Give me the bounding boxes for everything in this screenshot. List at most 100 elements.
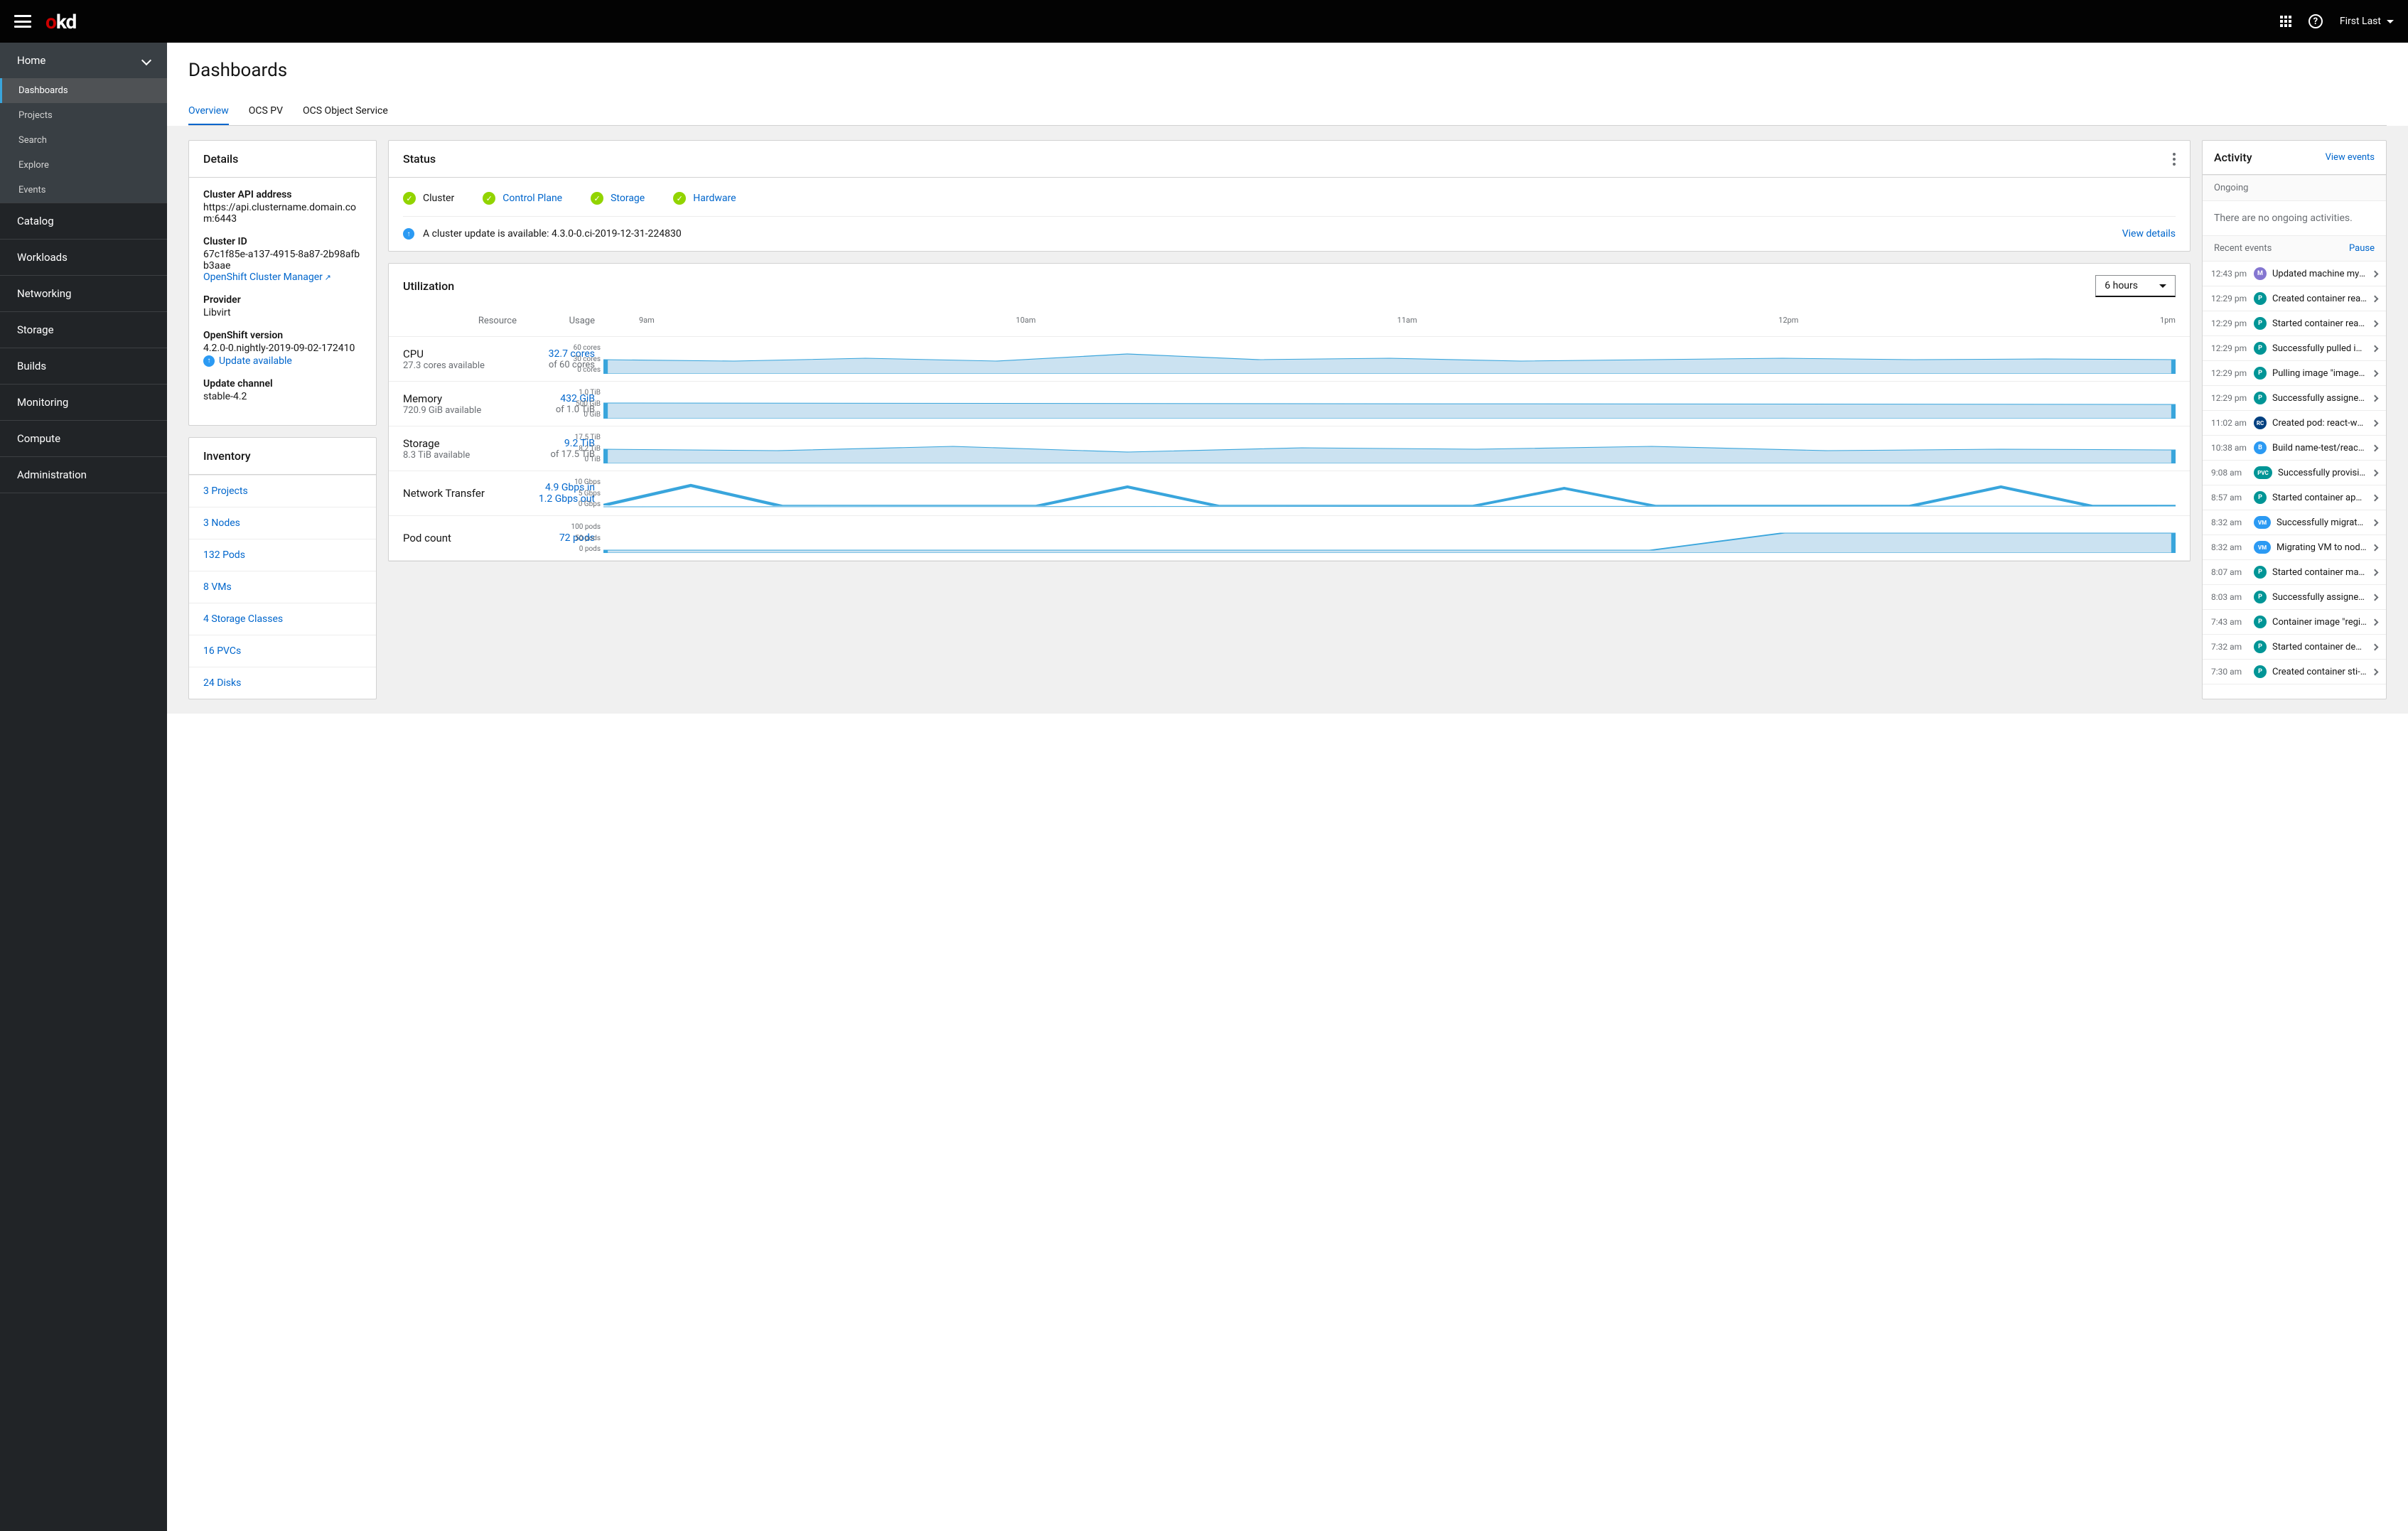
- time-label: 9am: [639, 316, 655, 325]
- resource-badge-icon: PVC: [2254, 466, 2272, 479]
- inventory-item[interactable]: 16 PVCs: [189, 635, 376, 667]
- resource-badge-icon: P: [2254, 392, 2267, 404]
- status-cluster: ✓Cluster: [403, 192, 454, 205]
- event-row[interactable]: 12:29 pmPStarted container reacta...: [2203, 311, 2386, 336]
- time-label: 12pm: [1778, 316, 1798, 325]
- kebab-icon[interactable]: [2173, 153, 2176, 166]
- hamburger-icon[interactable]: [14, 15, 31, 28]
- nav-section-workloads[interactable]: Workloads: [0, 240, 167, 275]
- time-range-dropdown[interactable]: 6 hours: [2095, 275, 2176, 297]
- inventory-item[interactable]: 8 VMs: [189, 571, 376, 603]
- event-time: 8:03 am: [2211, 592, 2248, 602]
- nav-item-projects[interactable]: Projects: [0, 103, 167, 128]
- resource-badge-icon: P: [2254, 317, 2267, 330]
- event-time: 12:29 pm: [2211, 294, 2248, 303]
- event-row[interactable]: 12:29 pmPSuccessfully assigned ap...: [2203, 386, 2386, 411]
- resource-badge-icon: P: [2254, 591, 2267, 603]
- event-time: 12:29 pm: [2211, 318, 2248, 328]
- event-text: Updated machine mynam...: [2272, 269, 2367, 279]
- nav-section-home[interactable]: Home: [0, 43, 167, 78]
- provider-label: Provider: [203, 294, 362, 306]
- status-hardware[interactable]: ✓Hardware: [673, 192, 736, 205]
- chevron-down-icon: [141, 55, 151, 65]
- event-time: 10:38 am: [2211, 443, 2248, 453]
- nav-section-catalog[interactable]: Catalog: [0, 203, 167, 239]
- event-row[interactable]: 7:30 amPCreated container sti-bu...: [2203, 660, 2386, 684]
- cluster-manager-link[interactable]: OpenShift Cluster Manager: [203, 272, 362, 283]
- nav-item-dashboards[interactable]: Dashboards: [0, 78, 167, 103]
- chevron-right-icon: [2372, 643, 2379, 650]
- inventory-item[interactable]: 3 Projects: [189, 475, 376, 507]
- event-row[interactable]: 8:03 amPSuccessfully assigned m...: [2203, 585, 2386, 610]
- help-icon[interactable]: ?: [2308, 14, 2323, 28]
- view-details-link[interactable]: View details: [2122, 228, 2176, 240]
- inventory-item[interactable]: 132 Pods: [189, 539, 376, 571]
- status-alert-text: A cluster update is available: 4.3.0-0.c…: [423, 228, 682, 240]
- event-row[interactable]: 9:08 amPVCSuccessfully provision...: [2203, 461, 2386, 485]
- event-text: Build name-test/react-we...: [2272, 443, 2367, 453]
- nav-section-networking[interactable]: Networking: [0, 276, 167, 311]
- event-row[interactable]: 12:29 pmPCreated container reacta...: [2203, 286, 2386, 311]
- brand-logo[interactable]: okd: [45, 10, 76, 33]
- event-row[interactable]: 7:32 amPStarted container deploy...: [2203, 635, 2386, 660]
- tab-overview[interactable]: Overview: [188, 98, 229, 125]
- event-time: 8:32 am: [2211, 517, 2248, 527]
- nav-section-administration[interactable]: Administration: [0, 457, 167, 493]
- ongoing-empty-text: There are no ongoing activities.: [2203, 201, 2386, 235]
- ongoing-label: Ongoing: [2214, 183, 2248, 193]
- chevron-right-icon: [2372, 469, 2379, 476]
- event-row[interactable]: 8:32 amVMSuccessfully migrated V...: [2203, 510, 2386, 535]
- status-control-plane[interactable]: ✓Control Plane: [483, 192, 562, 205]
- nav-section-builds[interactable]: Builds: [0, 348, 167, 384]
- nav-item-events[interactable]: Events: [0, 178, 167, 203]
- event-text: Successfully pulled imag...: [2272, 343, 2367, 354]
- view-events-link[interactable]: View events: [2326, 152, 2375, 163]
- inventory-item[interactable]: 3 Nodes: [189, 507, 376, 539]
- details-title: Details: [203, 152, 238, 166]
- update-available-link[interactable]: ↑ Update available: [203, 355, 292, 367]
- chevron-right-icon: [2372, 618, 2379, 625]
- masthead: okd ? First Last: [0, 0, 2408, 43]
- event-row[interactable]: 12:43 pmMUpdated machine mynam...: [2203, 262, 2386, 286]
- nav-section-compute[interactable]: Compute: [0, 421, 167, 456]
- nav-item-explore[interactable]: Explore: [0, 153, 167, 178]
- event-row[interactable]: 8:07 amPStarted container manag...: [2203, 560, 2386, 585]
- api-address-label: Cluster API address: [203, 189, 362, 200]
- user-menu[interactable]: First Last: [2340, 16, 2394, 27]
- time-label: 10am: [1016, 316, 1036, 325]
- chevron-right-icon: [2372, 668, 2379, 675]
- event-row[interactable]: 8:32 amVMMigrating VM to node ip...: [2203, 535, 2386, 560]
- sparkline-chart: 1.0 TiB500 GiB0 GiB: [603, 389, 2176, 419]
- event-row[interactable]: 12:29 pmPPulling image "image-re...: [2203, 361, 2386, 386]
- version-value: 4.2.0-0.nightly-2019-09-02-172410: [203, 343, 362, 354]
- resource-name: Network Transfer: [403, 487, 517, 500]
- event-row[interactable]: 7:43 amPContainer image "registr...: [2203, 610, 2386, 635]
- resource-badge-icon: P: [2254, 491, 2267, 504]
- app-launcher-icon[interactable]: [2280, 16, 2291, 27]
- status-storage[interactable]: ✓Storage: [591, 192, 645, 205]
- caret-down-icon: [2159, 284, 2166, 288]
- update-icon: ↑: [203, 355, 215, 367]
- chevron-right-icon: [2372, 320, 2379, 327]
- inventory-item[interactable]: 24 Disks: [189, 667, 376, 699]
- resource-sub: 720.9 GiB available: [403, 405, 517, 416]
- event-text: Successfully migrated V...: [2277, 517, 2367, 528]
- event-row[interactable]: 11:02 amRCCreated pod: react-web...: [2203, 411, 2386, 436]
- nav-section-monitoring[interactable]: Monitoring: [0, 385, 167, 420]
- nav-item-search[interactable]: Search: [0, 128, 167, 153]
- inventory-item[interactable]: 4 Storage Classes: [189, 603, 376, 635]
- event-row[interactable]: 12:29 pmPSuccessfully pulled imag...: [2203, 336, 2386, 361]
- tab-ocs-pv[interactable]: OCS PV: [249, 98, 283, 125]
- event-text: Successfully provision...: [2278, 468, 2367, 478]
- nav-section-storage[interactable]: Storage: [0, 312, 167, 348]
- event-row[interactable]: 8:57 amPStarted container appde...: [2203, 485, 2386, 510]
- utilization-row: Storage8.3 TiB available9.2 TiBof 17.5 T…: [389, 426, 2190, 471]
- resource-badge-icon: P: [2254, 640, 2267, 653]
- page-header: Dashboards Overview OCS PV OCS Object Serv…: [167, 43, 2408, 126]
- page-title: Dashboards: [188, 60, 2387, 81]
- pause-link[interactable]: Pause: [2349, 243, 2375, 254]
- event-row[interactable]: 10:38 amBBuild name-test/react-we...: [2203, 436, 2386, 461]
- main-content: Dashboards Overview OCS PV OCS Object Serv…: [167, 43, 2408, 1531]
- sidebar: HomeDashboardsProjectsSearchExploreEvent…: [0, 43, 167, 1531]
- tab-ocs-object-service[interactable]: OCS Object Service: [303, 98, 388, 125]
